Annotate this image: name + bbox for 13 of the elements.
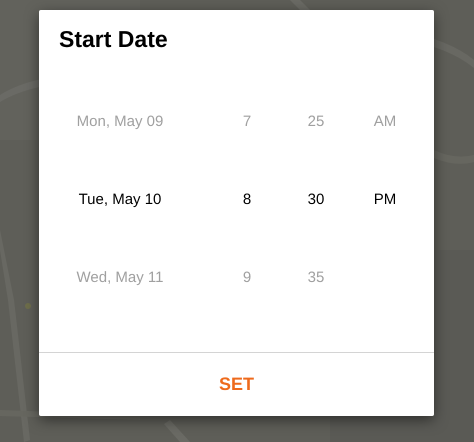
- ampm-option[interactable]: AM: [339, 82, 431, 160]
- dialog-title: Start Date: [58, 25, 168, 54]
- date-option[interactable]: Wed, May 11: [39, 238, 201, 316]
- hour-option[interactable]: 7: [201, 82, 293, 160]
- ampm-option[interactable]: PM: [339, 160, 431, 238]
- minute-option[interactable]: 25: [293, 82, 339, 160]
- minute-option[interactable]: 35: [293, 238, 339, 316]
- date-option[interactable]: Tue, May 10: [39, 160, 201, 238]
- date-option[interactable]: Mon, May 09: [39, 82, 201, 160]
- set-button[interactable]: SET: [206, 368, 266, 401]
- minute-option[interactable]: 30: [293, 160, 339, 238]
- hour-option[interactable]: 9: [201, 238, 293, 316]
- hour-option[interactable]: 8: [201, 160, 293, 238]
